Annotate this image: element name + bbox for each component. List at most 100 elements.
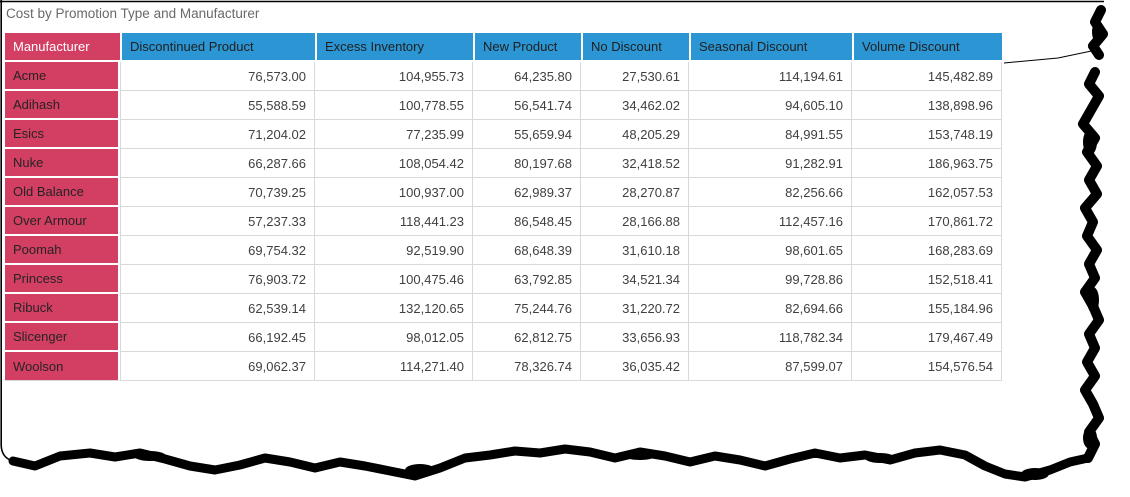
cell-over-armour-new-product[interactable]: 86,548.45	[473, 207, 581, 236]
row-header-old-balance[interactable]: Old Balance	[5, 178, 120, 207]
cell-esics-no-discount[interactable]: 48,205.29	[581, 120, 689, 149]
right-torn-edge	[1083, 10, 1103, 458]
cell-acme-volume-discount[interactable]: 145,482.89	[852, 62, 1002, 91]
cell-princess-new-product[interactable]: 63,792.85	[473, 265, 581, 294]
cell-slicenger-excess-inventory[interactable]: 98,012.05	[315, 323, 473, 352]
report-snippet: Cost by Promotion Type and Manufacturer …	[0, 0, 1130, 497]
matrix-row-ribuck: Ribuck62,539.14132,120.6575,244.7631,220…	[5, 294, 1002, 323]
cell-esics-new-product[interactable]: 55,659.94	[473, 120, 581, 149]
matrix-row-acme: Acme76,573.00104,955.7364,235.8027,530.6…	[5, 62, 1002, 91]
cell-ribuck-new-product[interactable]: 75,244.76	[473, 294, 581, 323]
cell-adihash-no-discount[interactable]: 34,462.02	[581, 91, 689, 120]
cell-acme-new-product[interactable]: 64,235.80	[473, 62, 581, 91]
matrix-row-poomah: Poomah69,754.3292,519.9068,648.3931,610.…	[5, 236, 1002, 265]
column-header-excess-inventory[interactable]: Excess Inventory	[315, 33, 473, 62]
cell-woolson-seasonal-discount[interactable]: 87,599.07	[689, 352, 852, 381]
cell-woolson-excess-inventory[interactable]: 114,271.40	[315, 352, 473, 381]
cell-nuke-new-product[interactable]: 80,197.68	[473, 149, 581, 178]
cell-adihash-volume-discount[interactable]: 138,898.96	[852, 91, 1002, 120]
column-header-discontinued-product[interactable]: Discontinued Product	[120, 33, 315, 62]
cell-princess-no-discount[interactable]: 34,521.34	[581, 265, 689, 294]
row-header-over-armour[interactable]: Over Armour	[5, 207, 120, 236]
cell-woolson-new-product[interactable]: 78,326.74	[473, 352, 581, 381]
column-header-seasonal-discount[interactable]: Seasonal Discount	[689, 33, 852, 62]
cell-adihash-excess-inventory[interactable]: 100,778.55	[315, 91, 473, 120]
cell-poomah-volume-discount[interactable]: 168,283.69	[852, 236, 1002, 265]
cell-princess-excess-inventory[interactable]: 100,475.46	[315, 265, 473, 294]
row-header-slicenger[interactable]: Slicenger	[5, 323, 120, 352]
matrix-row-nuke: Nuke66,287.66108,054.4280,197.6832,418.5…	[5, 149, 1002, 178]
cell-over-armour-discontinued-product[interactable]: 57,237.33	[120, 207, 315, 236]
matrix-row-slicenger: Slicenger66,192.4598,012.0562,812.7533,6…	[5, 323, 1002, 352]
cell-poomah-no-discount[interactable]: 31,610.18	[581, 236, 689, 265]
cell-old-balance-new-product[interactable]: 62,989.37	[473, 178, 581, 207]
cell-nuke-excess-inventory[interactable]: 108,054.42	[315, 149, 473, 178]
cell-princess-discontinued-product[interactable]: 76,903.72	[120, 265, 315, 294]
cell-esics-excess-inventory[interactable]: 77,235.99	[315, 120, 473, 149]
cell-over-armour-seasonal-discount[interactable]: 112,457.16	[689, 207, 852, 236]
cell-woolson-discontinued-product[interactable]: 69,062.37	[120, 352, 315, 381]
cell-slicenger-new-product[interactable]: 62,812.75	[473, 323, 581, 352]
row-header-woolson[interactable]: Woolson	[5, 352, 120, 381]
column-header-volume-discount[interactable]: Volume Discount	[852, 33, 1002, 62]
cell-adihash-discontinued-product[interactable]: 55,588.59	[120, 91, 315, 120]
cell-nuke-discontinued-product[interactable]: 66,287.66	[120, 149, 315, 178]
column-header-new-product[interactable]: New Product	[473, 33, 581, 62]
cell-poomah-seasonal-discount[interactable]: 98,601.65	[689, 236, 852, 265]
matrix-row-woolson: Woolson69,062.37114,271.4078,326.7436,03…	[5, 352, 1002, 381]
cell-over-armour-no-discount[interactable]: 28,166.88	[581, 207, 689, 236]
row-header-adihash[interactable]: Adihash	[5, 91, 120, 120]
row-header-acme[interactable]: Acme	[5, 62, 120, 91]
cell-poomah-excess-inventory[interactable]: 92,519.90	[315, 236, 473, 265]
matrix-row-over-armour: Over Armour57,237.33118,441.2386,548.452…	[5, 207, 1002, 236]
cell-old-balance-discontinued-product[interactable]: 70,739.25	[120, 178, 315, 207]
visual-title: Cost by Promotion Type and Manufacturer	[6, 6, 259, 21]
column-header-no-discount[interactable]: No Discount	[581, 33, 689, 62]
cell-ribuck-excess-inventory[interactable]: 132,120.65	[315, 294, 473, 323]
cell-poomah-new-product[interactable]: 68,648.39	[473, 236, 581, 265]
cell-slicenger-volume-discount[interactable]: 179,467.49	[852, 323, 1002, 352]
matrix-header-row: ManufacturerDiscontinued ProductExcess I…	[5, 33, 1002, 62]
cell-acme-discontinued-product[interactable]: 76,573.00	[120, 62, 315, 91]
cell-woolson-no-discount[interactable]: 36,035.42	[581, 352, 689, 381]
cell-nuke-seasonal-discount[interactable]: 91,282.91	[689, 149, 852, 178]
matrix-row-princess: Princess76,903.72100,475.4663,792.8534,5…	[5, 265, 1002, 294]
cell-old-balance-seasonal-discount[interactable]: 82,256.66	[689, 178, 852, 207]
cell-slicenger-discontinued-product[interactable]: 66,192.45	[120, 323, 315, 352]
row-header-nuke[interactable]: Nuke	[5, 149, 120, 178]
cell-slicenger-seasonal-discount[interactable]: 118,782.34	[689, 323, 852, 352]
cell-over-armour-excess-inventory[interactable]: 118,441.23	[315, 207, 473, 236]
cell-esics-discontinued-product[interactable]: 71,204.02	[120, 120, 315, 149]
cell-ribuck-volume-discount[interactable]: 155,184.96	[852, 294, 1002, 323]
row-header-princess[interactable]: Princess	[5, 265, 120, 294]
cell-woolson-volume-discount[interactable]: 154,576.54	[852, 352, 1002, 381]
cell-old-balance-volume-discount[interactable]: 162,057.53	[852, 178, 1002, 207]
cell-over-armour-volume-discount[interactable]: 170,861.72	[852, 207, 1002, 236]
cell-ribuck-discontinued-product[interactable]: 62,539.14	[120, 294, 315, 323]
matrix-row-old-balance: Old Balance70,739.25100,937.0062,989.372…	[5, 178, 1002, 207]
matrix-row-adihash: Adihash55,588.59100,778.5556,541.7434,46…	[5, 91, 1002, 120]
cell-nuke-no-discount[interactable]: 32,418.52	[581, 149, 689, 178]
cell-slicenger-no-discount[interactable]: 33,656.93	[581, 323, 689, 352]
row-header-ribuck[interactable]: Ribuck	[5, 294, 120, 323]
cell-acme-no-discount[interactable]: 27,530.61	[581, 62, 689, 91]
cell-poomah-discontinued-product[interactable]: 69,754.32	[120, 236, 315, 265]
cell-esics-volume-discount[interactable]: 153,748.19	[852, 120, 1002, 149]
cell-princess-volume-discount[interactable]: 152,518.41	[852, 265, 1002, 294]
matrix-row-esics: Esics71,204.0277,235.9955,659.9448,205.2…	[5, 120, 1002, 149]
column-header-manufacturer[interactable]: Manufacturer	[5, 33, 120, 62]
cell-acme-seasonal-discount[interactable]: 114,194.61	[689, 62, 852, 91]
cell-acme-excess-inventory[interactable]: 104,955.73	[315, 62, 473, 91]
bottom-torn-edge	[13, 449, 1088, 477]
cell-princess-seasonal-discount[interactable]: 99,728.86	[689, 265, 852, 294]
cell-nuke-volume-discount[interactable]: 186,963.75	[852, 149, 1002, 178]
cell-old-balance-excess-inventory[interactable]: 100,937.00	[315, 178, 473, 207]
cell-adihash-new-product[interactable]: 56,541.74	[473, 91, 581, 120]
cell-esics-seasonal-discount[interactable]: 84,991.55	[689, 120, 852, 149]
cell-adihash-seasonal-discount[interactable]: 94,605.10	[689, 91, 852, 120]
row-header-esics[interactable]: Esics	[5, 120, 120, 149]
cell-ribuck-seasonal-discount[interactable]: 82,694.66	[689, 294, 852, 323]
cell-ribuck-no-discount[interactable]: 31,220.72	[581, 294, 689, 323]
row-header-poomah[interactable]: Poomah	[5, 236, 120, 265]
cell-old-balance-no-discount[interactable]: 28,270.87	[581, 178, 689, 207]
